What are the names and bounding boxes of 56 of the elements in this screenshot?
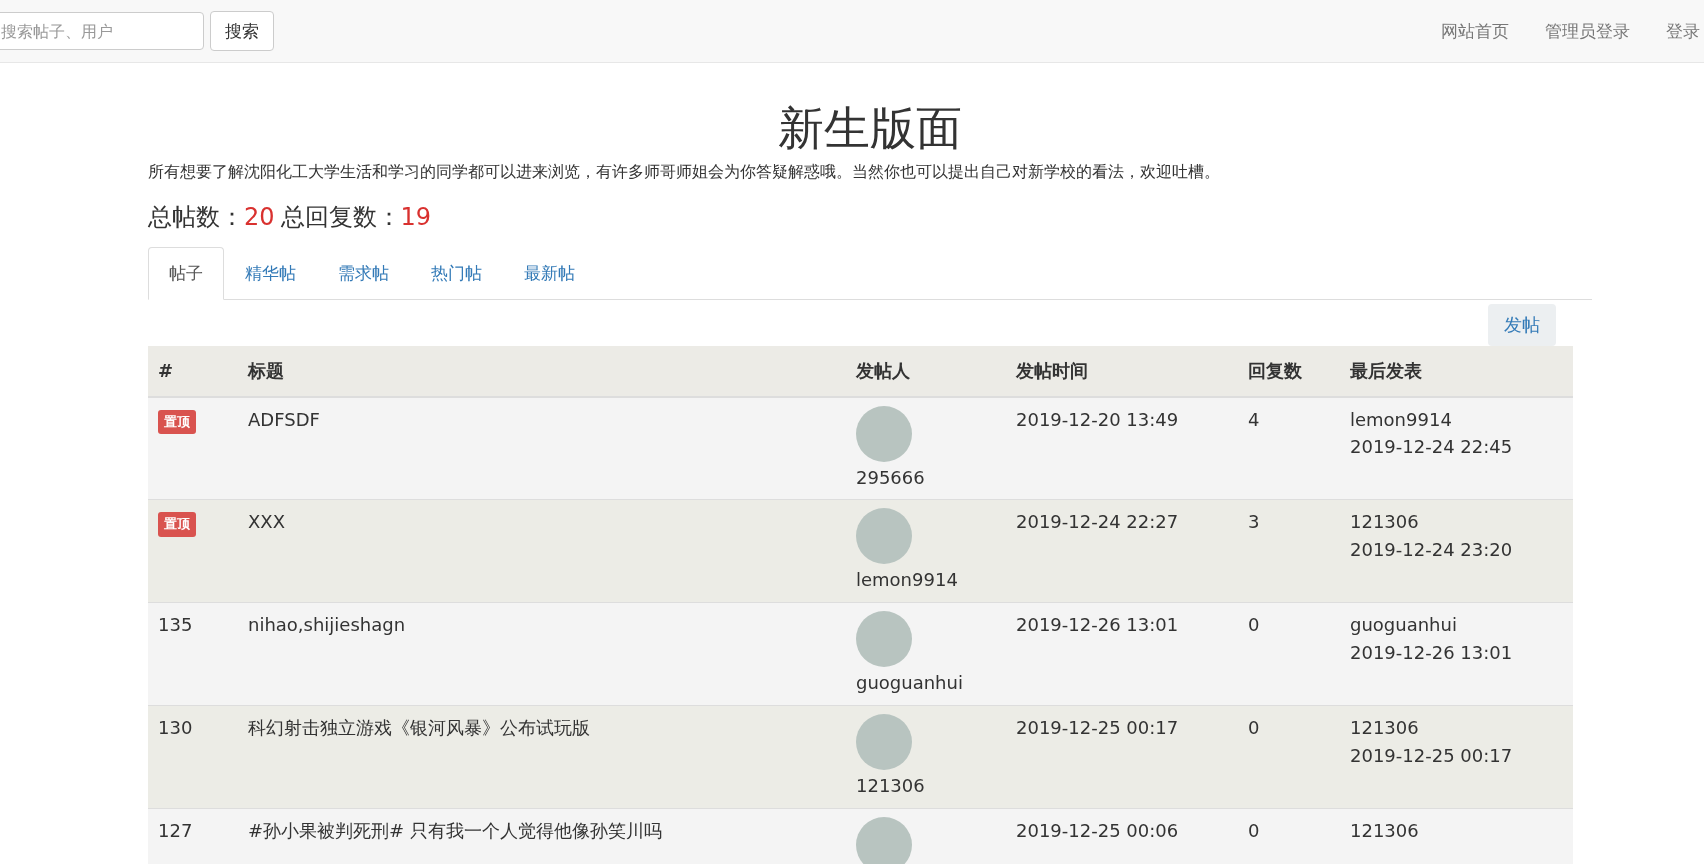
post-button[interactable]: 发帖: [1488, 303, 1556, 346]
poster-name: 121306: [856, 774, 926, 799]
table-cell: 135: [158, 614, 193, 636]
stat-value: 20: [244, 202, 275, 231]
last-poster: guoguanhui: [1350, 613, 1458, 638]
last-post-time: 2019-12-26 13:01: [1350, 641, 1514, 666]
column-header: 最后发表: [1340, 345, 1573, 397]
tab[interactable]: 精华帖: [224, 246, 317, 299]
tab[interactable]: 帖子: [148, 246, 224, 300]
avatar-photo-placeholder: [856, 817, 912, 864]
tab[interactable]: 热门帖: [410, 246, 503, 299]
table-cell: 2019-12-24 22:27: [1016, 511, 1179, 533]
post-title-link[interactable]: 科幻射击独立游戏《银河风暴》公布试玩版: [248, 717, 590, 739]
table-cell: 130: [158, 717, 193, 739]
search-field[interactable]: 搜索帖子、用户: [0, 12, 204, 50]
poster-name: guoguanhui: [856, 671, 964, 696]
nav-link[interactable]: 网站首页: [1441, 19, 1509, 43]
column-header: 发帖人: [846, 345, 1006, 397]
post-title-link[interactable]: XXX: [248, 511, 285, 533]
table-cell: 0: [1248, 614, 1260, 636]
last-post-time: 2019-12-25 00:17: [1350, 744, 1514, 769]
board-description: 所有想要了解沈阳化工大学生活和学习的同学都可以进来浏览，有许多师哥师姐会为你答疑解惑哦。当然你也可以提出自己对新学校的看法，欢迎吐槽。: [148, 161, 1221, 183]
table-cell: 2019-12-25 00:06: [1016, 820, 1179, 842]
nav-link[interactable]: 登录: [1666, 19, 1700, 43]
pinned-badge: 置顶: [158, 512, 196, 537]
stat-value: 19: [400, 202, 432, 231]
last-poster: 121306: [1350, 716, 1420, 741]
last-post-time: 2019-12-24 23:20: [1350, 538, 1514, 563]
stat-label: 总回复数：: [280, 202, 401, 231]
table-cell: 2019-12-25 00:17: [1016, 717, 1179, 739]
last-post-time: 2019-12-24 22:45: [1350, 435, 1514, 460]
table-cell: 4: [1248, 408, 1260, 430]
last-poster: lemon9914: [1350, 407, 1453, 432]
column-header: 发帖时间: [1006, 345, 1238, 397]
search-button[interactable]: 搜索: [210, 11, 274, 51]
nav-link[interactable]: 管理员登录: [1545, 19, 1630, 43]
column-header: 回复数: [1238, 345, 1340, 397]
table-cell: 2019-12-26 13:01: [1016, 614, 1179, 636]
pinned-badge: 置顶: [158, 409, 196, 434]
table-cell: 0: [1248, 820, 1260, 842]
table-cell: 2019-12-20 13:49: [1016, 408, 1179, 430]
stat-label: 总帖数：: [148, 202, 244, 231]
last-poster: 121306: [1350, 510, 1420, 535]
column-header: #: [148, 345, 238, 397]
board-title: 新生版面: [777, 103, 963, 154]
poster-name: 295666: [856, 465, 926, 490]
table-cell: 3: [1248, 511, 1260, 533]
tab[interactable]: 最新帖: [503, 246, 596, 299]
post-title-link[interactable]: nihao,shijieshagn: [248, 614, 406, 636]
poster-name: lemon9914: [856, 568, 959, 593]
table-cell: 127: [158, 820, 193, 842]
column-header: 标题: [238, 345, 846, 397]
last-poster: 121306: [1350, 819, 1420, 844]
post-title-link[interactable]: ADFSDF: [248, 408, 320, 430]
tab[interactable]: 需求帖: [317, 246, 410, 299]
table-cell: 0: [1248, 717, 1260, 739]
